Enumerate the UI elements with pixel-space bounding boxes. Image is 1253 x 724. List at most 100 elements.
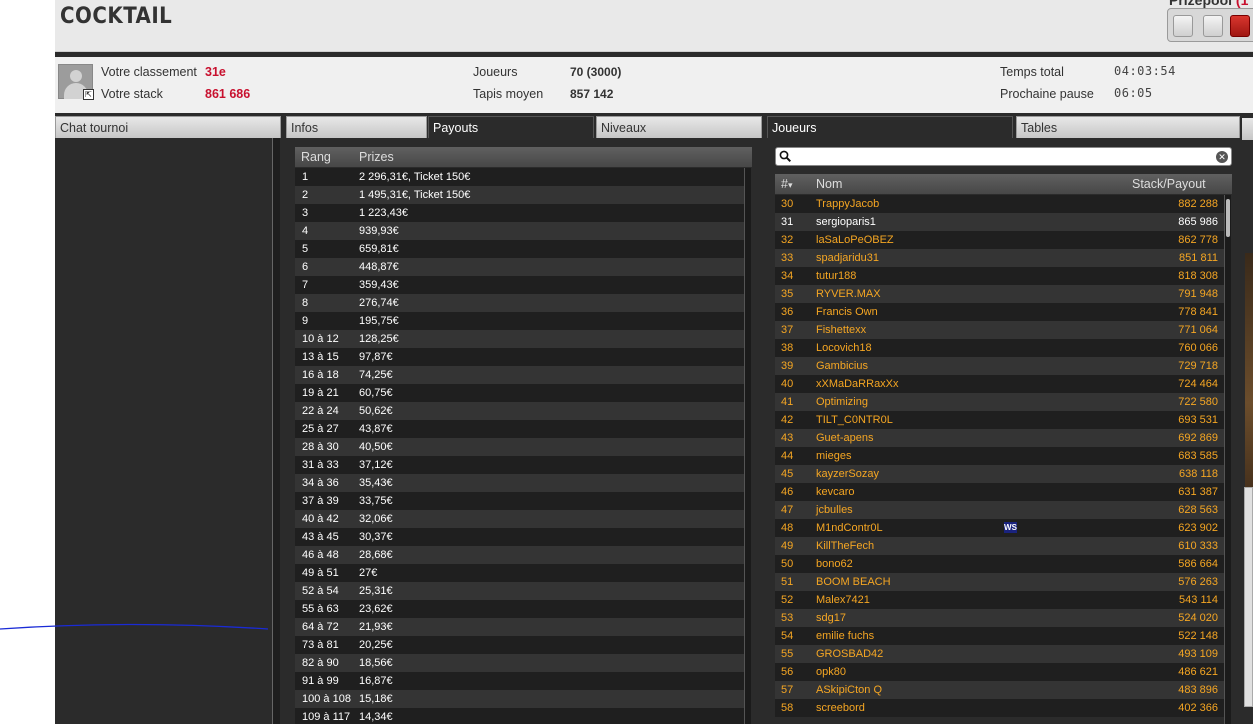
player-row[interactable]: 41 Optimizing 722 580 [775, 393, 1224, 411]
player-row[interactable]: 56 opk80 486 621 [775, 663, 1224, 681]
player-row[interactable]: 42 TILT_C0NTR0L 693 531 [775, 411, 1224, 429]
player-stack: 483 896 [1178, 684, 1218, 696]
rank-value: 31e [205, 65, 226, 79]
player-stack: 693 531 [1178, 414, 1218, 426]
payout-rank: 73 à 81 [302, 639, 339, 651]
payout-prize: 14,34€ [359, 711, 393, 723]
table-row: 13 à 15 97,87€ [295, 348, 744, 366]
player-stack: 610 333 [1178, 540, 1218, 552]
player-row[interactable]: 30 TrappyJacob 882 288 [775, 195, 1224, 213]
side-box [1244, 487, 1253, 707]
player-row[interactable]: 36 Francis Own 778 841 [775, 303, 1224, 321]
tab-payouts[interactable]: Payouts [428, 116, 594, 138]
col-stack-payout[interactable]: Stack/Payout [1132, 174, 1206, 194]
player-stack: 628 563 [1178, 504, 1218, 516]
tournament-title: COCKTAIL [60, 4, 173, 29]
player-row[interactable]: 32 laSaLoPeOBEZ 862 778 [775, 231, 1224, 249]
player-name: kevcaro [816, 486, 855, 498]
player-row[interactable]: 34 tutur188 818 308 [775, 267, 1224, 285]
payout-prize: 1 223,43€ [359, 207, 408, 219]
payout-rank: 10 à 12 [302, 333, 339, 345]
player-row[interactable]: 57 ASkipiCton Q 483 896 [775, 681, 1224, 699]
col-rang[interactable]: Rang [301, 147, 331, 167]
player-row[interactable]: 52 Malex7421 543 114 [775, 591, 1224, 609]
player-rank: 30 [781, 198, 794, 210]
player-name: Malex7421 [816, 594, 870, 606]
players-scrollbar[interactable] [1224, 195, 1231, 724]
payout-prize: 21,93€ [359, 621, 393, 633]
payouts-scrollbar[interactable] [744, 168, 751, 724]
player-rank: 51 [781, 576, 794, 588]
payout-rank: 31 à 33 [302, 459, 339, 471]
player-row[interactable]: 44 mieges 683 585 [775, 447, 1224, 465]
side-panel-edge [1242, 113, 1253, 724]
player-row[interactable]: 43 Guet-apens 692 869 [775, 429, 1224, 447]
payout-prize: 276,74€ [359, 297, 399, 309]
payout-rank: 100 à 108 [302, 693, 351, 705]
col-prizes[interactable]: Prizes [359, 147, 394, 167]
player-name: screebord [816, 702, 865, 714]
player-row[interactable]: 47 jcbulles 628 563 [775, 501, 1224, 519]
player-row[interactable]: 37 Fishettexx 771 064 [775, 321, 1224, 339]
player-row[interactable]: 55 GROSBAD42 493 109 [775, 645, 1224, 663]
player-row[interactable]: 39 Gambicius 729 718 [775, 357, 1224, 375]
player-row[interactable]: 38 Locovich18 760 066 [775, 339, 1224, 357]
player-row[interactable]: 31 sergioparis1 865 986 [775, 213, 1224, 231]
payout-prize: 27€ [359, 567, 378, 579]
side-tab[interactable] [1242, 118, 1253, 140]
player-row[interactable]: 45 kayzerSozay 638 118 [775, 465, 1224, 483]
player-stack: 882 288 [1178, 198, 1218, 210]
payout-prize: 25,31€ [359, 585, 393, 597]
player-row[interactable]: 53 sdg17 524 020 [775, 609, 1224, 627]
payout-rank: 7 [302, 279, 309, 291]
player-row[interactable]: 54 emilie fuchs 522 148 [775, 627, 1224, 645]
player-row[interactable]: 48 M1ndContr0L 623 902 WS [775, 519, 1224, 537]
chat-scrollbar[interactable] [272, 138, 280, 724]
ws-badge-icon: WS [1004, 522, 1017, 533]
tab-chat-tournoi[interactable]: Chat tournoi [55, 116, 281, 138]
table-row: 52 à 54 25,31€ [295, 582, 744, 600]
clear-search-icon[interactable]: ✕ [1216, 151, 1228, 163]
player-row[interactable]: 35 RYVER.MAX 791 948 [775, 285, 1224, 303]
player-row[interactable]: 49 KillTheFech 610 333 [775, 537, 1224, 555]
payout-prize: 18,56€ [359, 657, 393, 669]
tab-tables[interactable]: Tables [1016, 116, 1240, 138]
payout-rank: 34 à 36 [302, 477, 339, 489]
next-break-value: 06:05 [1114, 86, 1153, 100]
search-input[interactable] [794, 149, 1212, 164]
player-rank: 58 [781, 702, 794, 714]
avatar[interactable]: ⇱ [58, 64, 94, 100]
col-number[interactable]: #▾ [781, 174, 792, 195]
payout-rank: 49 à 51 [302, 567, 339, 579]
player-row[interactable]: 51 BOOM BEACH 576 263 [775, 573, 1224, 591]
payout-rank: 4 [302, 225, 309, 237]
payout-prize: 43,87€ [359, 423, 393, 435]
tab-niveaux[interactable]: Niveaux [596, 116, 762, 138]
player-stack: 524 020 [1178, 612, 1218, 624]
player-row[interactable]: 58 screebord 402 366 [775, 699, 1224, 717]
tab-joueurs[interactable]: Joueurs [767, 116, 1013, 138]
payout-prize: 74,25€ [359, 369, 393, 381]
player-row[interactable]: 50 bono62 586 664 [775, 555, 1224, 573]
chat-area[interactable] [55, 138, 273, 724]
payout-rank: 25 à 27 [302, 423, 339, 435]
payout-rank: 13 à 15 [302, 351, 339, 363]
players-scroll-thumb[interactable] [1226, 199, 1230, 237]
table-row: 100 à 108 15,18€ [295, 690, 744, 708]
payout-rank: 91 à 99 [302, 675, 339, 687]
tab-infos[interactable]: Infos [286, 116, 427, 138]
player-name: laSaLoPeOBEZ [816, 234, 894, 246]
player-name: M1ndContr0L [816, 522, 883, 534]
table-row: 73 à 81 20,25€ [295, 636, 744, 654]
payout-prize: 15,18€ [359, 693, 393, 705]
col-nom[interactable]: Nom [816, 174, 842, 194]
player-row[interactable]: 46 kevcaro 631 387 [775, 483, 1224, 501]
player-row[interactable]: 40 xXMaDaRRaxXx 724 464 [775, 375, 1224, 393]
edit-avatar-icon[interactable]: ⇱ [83, 89, 94, 100]
player-rank: 54 [781, 630, 794, 642]
player-name: jcbulles [816, 504, 853, 516]
player-row[interactable]: 33 spadjaridu31 851 811 [775, 249, 1224, 267]
payout-prize: 32,06€ [359, 513, 393, 525]
table-row: 37 à 39 33,75€ [295, 492, 744, 510]
table-row: 46 à 48 28,68€ [295, 546, 744, 564]
